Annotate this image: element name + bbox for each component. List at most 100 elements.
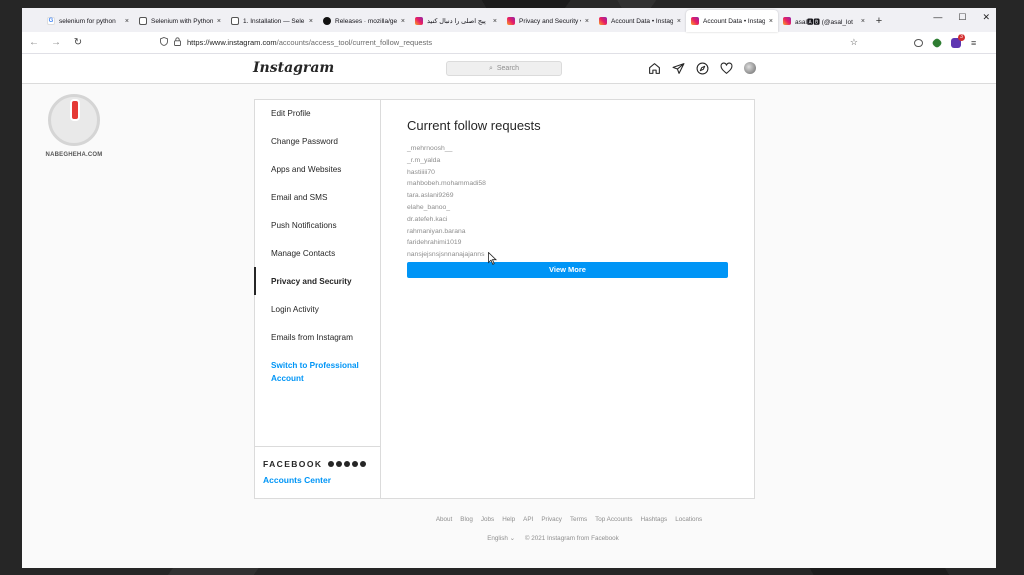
- close-tab-icon[interactable]: ×: [769, 18, 773, 25]
- instagram-favicon-icon: [691, 17, 699, 25]
- instagram-footer: About Blog Jobs Help API Privacy Terms Top Acco…: [22, 516, 996, 542]
- tab-title: Releases · mozilla/gec: [335, 17, 397, 25]
- view-more-button[interactable]: View More: [407, 261, 728, 278]
- sidebar-item-change-password[interactable]: Change Password: [255, 128, 380, 156]
- switch-to-professional-link[interactable]: Switch to Professional Account: [255, 351, 380, 385]
- browser-tab[interactable]: Privacy and Security • ×: [502, 10, 594, 32]
- sidebar-item-login-activity[interactable]: Login Activity: [255, 295, 380, 323]
- close-tab-icon[interactable]: ×: [309, 18, 313, 25]
- close-tab-icon[interactable]: ×: [401, 18, 405, 25]
- maximize-button[interactable]: ☐: [958, 12, 966, 23]
- window-controls: — ☐ ✕: [933, 12, 990, 23]
- list-item: mahbobeh.mohammadi58: [407, 180, 486, 188]
- footer-link-privacy[interactable]: Privacy: [541, 516, 562, 523]
- pocket-icon[interactable]: [914, 38, 923, 47]
- tab-title: asal🅰🅱 (@asal_lot: [795, 19, 853, 26]
- close-tab-icon[interactable]: ×: [677, 18, 681, 25]
- footer-link-api[interactable]: API: [523, 516, 533, 523]
- avatar: [744, 62, 756, 74]
- instagram-logo[interactable]: Instagram: [253, 60, 334, 76]
- url-path: /accounts/access_tool/current_follow_req…: [276, 38, 433, 47]
- settings-sidebar: Edit Profile Change Password Apps and Webs…: [254, 100, 381, 498]
- footer-links: About Blog Jobs Help API Privacy Terms Top Acco…: [142, 516, 996, 523]
- extensions-puzzle-icon[interactable]: 3: [951, 33, 965, 48]
- sidebar-item-privacy-and-security[interactable]: Privacy and Security: [254, 267, 380, 296]
- browser-tab[interactable]: Account Data • Instag ×: [594, 10, 686, 32]
- footer-link-top-accounts[interactable]: Top Accounts: [595, 516, 632, 523]
- facebook-family-icons: [328, 461, 367, 467]
- footer-link-hashtags[interactable]: Hashtags: [641, 516, 668, 523]
- close-tab-icon[interactable]: ×: [585, 18, 589, 25]
- watermark: NABEGHEHA.COM: [44, 94, 104, 158]
- facebook-wordmark: FACEBOOK: [263, 459, 323, 469]
- settings-card: Edit Profile Change Password Apps and Webs…: [254, 99, 755, 499]
- google-favicon-icon: G: [47, 17, 55, 25]
- instagram-favicon-icon: [507, 17, 515, 25]
- list-item: _mehrnoosh__: [407, 145, 453, 152]
- list-item: elahe_banoo_: [407, 203, 451, 211]
- sidebar-items: Edit Profile Change Password Apps and Webs…: [254, 100, 380, 351]
- tab-title: selenium for python: [59, 17, 116, 25]
- footer-link-blog[interactable]: Blog: [460, 516, 473, 523]
- search-placeholder: Search: [496, 65, 520, 72]
- url-bar[interactable]: https://www.instagram.com/accounts/acces…: [154, 35, 864, 51]
- profile-avatar[interactable]: [743, 61, 757, 75]
- github-favicon-icon: [323, 17, 331, 25]
- sidebar-footer: FACEBOOK Accounts Center: [255, 446, 380, 498]
- sidebar-item-manage-contacts[interactable]: Manage Contacts: [255, 239, 380, 267]
- home-icon[interactable]: [647, 61, 661, 75]
- search-input[interactable]: ⌕ Search: [446, 61, 562, 76]
- footer-link-locations[interactable]: Locations: [675, 516, 702, 523]
- browser-tab[interactable]: Account Data • Instag ×: [686, 10, 778, 32]
- mouse-cursor-icon: [488, 252, 497, 265]
- browser-tab[interactable]: پیج اصلی را دنبال کنید ×: [410, 10, 502, 32]
- tab-title: Selenium with Python: [151, 17, 213, 25]
- browser-tab[interactable]: asal🅰🅱 (@asal_lot ×: [778, 10, 870, 32]
- messenger-icon: [336, 461, 343, 467]
- close-window-button[interactable]: ✕: [982, 12, 990, 23]
- back-button[interactable]: ←: [28, 37, 40, 48]
- new-tab-button[interactable]: +: [870, 10, 888, 32]
- browser-tab[interactable]: Releases · mozilla/gec ×: [318, 10, 410, 32]
- whatsapp-icon: [352, 461, 359, 467]
- browser-tab[interactable]: 1. Installation — Sele ×: [226, 10, 318, 32]
- activity-heart-icon[interactable]: [719, 61, 733, 75]
- minimize-button[interactable]: —: [933, 12, 942, 23]
- reload-button[interactable]: ↻: [72, 37, 84, 48]
- close-tab-icon[interactable]: ×: [217, 18, 221, 25]
- explore-icon[interactable]: [695, 61, 709, 75]
- instagram-favicon-icon: [783, 17, 791, 25]
- close-tab-icon[interactable]: ×: [125, 18, 129, 25]
- follow-requests-list: _mehrnoosh__ _r.m_yalda hastiiiii70 mahbobe…: [407, 143, 728, 261]
- tabs-container: Gselenium for python × Selenium with Pytho…: [42, 10, 870, 32]
- direct-icon[interactable]: [671, 61, 685, 75]
- extension-cube-icon[interactable]: [931, 36, 943, 49]
- doc-favicon-icon: [139, 17, 147, 25]
- facebook-icon: [328, 461, 335, 467]
- browser-tab[interactable]: Selenium with Python ×: [134, 10, 226, 32]
- tab-strip: Gselenium for python × Selenium with Pytho…: [22, 8, 996, 32]
- sidebar-item-apps-and-websites[interactable]: Apps and Websites: [255, 156, 380, 184]
- browser-tab[interactable]: Gselenium for python ×: [42, 10, 134, 32]
- hamburger-menu-icon[interactable]: ≡: [971, 38, 976, 48]
- footer-link-help[interactable]: Help: [502, 516, 515, 523]
- accounts-center-link[interactable]: Accounts Center: [263, 475, 380, 485]
- sidebar-item-email-and-sms[interactable]: Email and SMS: [255, 184, 380, 212]
- lock-icon[interactable]: [174, 37, 181, 48]
- footer-link-about[interactable]: About: [436, 516, 452, 523]
- shield-icon[interactable]: [160, 37, 168, 48]
- language-selector[interactable]: English ⌄: [487, 535, 515, 542]
- sidebar-item-emails-from-instagram[interactable]: Emails from Instagram: [255, 323, 380, 351]
- sidebar-item-push-notifications[interactable]: Push Notifications: [255, 212, 380, 240]
- forward-button[interactable]: →: [50, 37, 62, 48]
- watermark-logo-icon: [48, 94, 100, 146]
- close-tab-icon[interactable]: ×: [493, 18, 497, 25]
- facebook-row: FACEBOOK: [263, 459, 380, 469]
- footer-link-terms[interactable]: Terms: [570, 516, 587, 523]
- bookmark-star-icon[interactable]: ☆: [850, 37, 858, 48]
- close-tab-icon[interactable]: ×: [861, 18, 865, 25]
- list-item: tara.aslani9269: [407, 192, 454, 200]
- sidebar-item-edit-profile[interactable]: Edit Profile: [255, 100, 380, 128]
- url-text[interactable]: https://www.instagram.com/accounts/acces…: [187, 38, 432, 47]
- footer-link-jobs[interactable]: Jobs: [481, 516, 494, 523]
